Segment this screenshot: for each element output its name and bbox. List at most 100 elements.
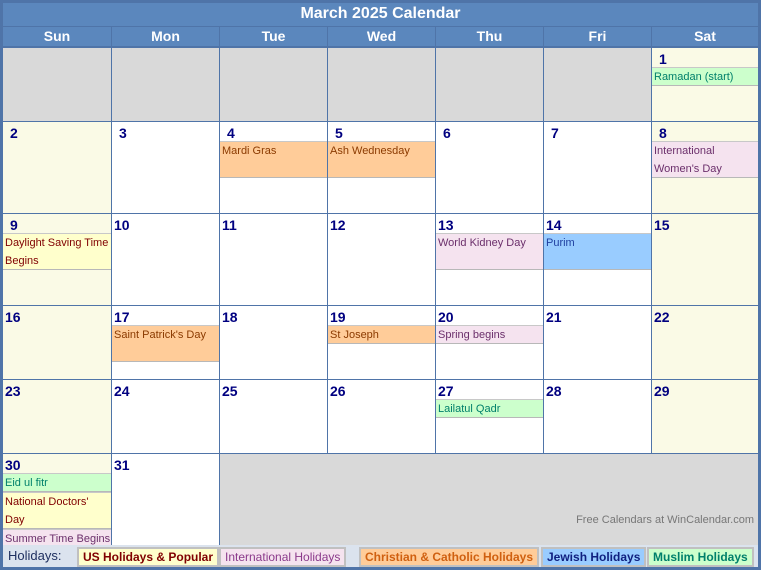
day-number: 24 [114,383,130,399]
empty-cell [112,48,219,121]
day-number: 9 [10,217,18,233]
day-number: 18 [222,309,238,325]
holiday-event-muslim[interactable]: Ramadan (start) [652,67,758,86]
holiday-event-christian[interactable]: Mardi Gras [220,141,327,178]
day-cell-30[interactable]: 30 Eid ul fitr National Doctors' Day Summer… [3,454,111,545]
weekday-header-thu: Thu [436,27,543,46]
empty-cell [220,48,327,121]
holiday-event-intl[interactable]: World Kidney Day [436,233,543,270]
day-number: 25 [222,383,238,399]
day-cell-25[interactable]: 25 [220,380,327,453]
day-cell-16[interactable]: 16 [3,306,111,379]
day-cell-8[interactable]: 8 International Women's Day [652,122,758,213]
empty-cell [544,48,651,121]
legend-international-holidays[interactable]: International Holidays [219,547,347,567]
wincalendar-credit-link[interactable]: Free Calendars at WinCalendar.com [576,514,754,526]
day-number: 14 [546,217,562,233]
calendar: March 2025 Calendar Holidays: US Holiday… [0,0,761,570]
day-cell-4[interactable]: 4 Mardi Gras [220,122,327,213]
day-number: 13 [438,217,454,233]
legend-christian-holidays[interactable]: Christian & Catholic Holidays [359,547,540,567]
day-number: 30 [5,457,21,473]
day-cell-27[interactable]: 27 Lailatul Qadr [436,380,543,453]
holiday-event-christian[interactable]: Ash Wednesday [328,141,435,178]
weekday-header-sat: Sat [652,27,758,46]
day-number: 19 [330,309,346,325]
day-number: 8 [659,125,667,141]
day-cell-24[interactable]: 24 [112,380,219,453]
day-cell-22[interactable]: 22 [652,306,758,379]
day-cell-21[interactable]: 21 [544,306,651,379]
day-cell-6[interactable]: 6 [436,122,543,213]
day-number: 10 [114,217,130,233]
holiday-event-muslim[interactable]: Eid ul fitr [3,473,111,492]
day-cell-11[interactable]: 11 [220,214,327,305]
holiday-event-christian[interactable]: Saint Patrick's Day [112,325,219,362]
day-number: 1 [659,51,667,67]
legend-jewish-holidays[interactable]: Jewish Holidays [541,547,647,567]
day-number: 4 [227,125,235,141]
day-cell-3[interactable]: 3 [112,122,219,213]
day-number: 2 [10,125,18,141]
day-cell-7[interactable]: 7 [544,122,651,213]
empty-cell [328,48,435,121]
day-cell-9[interactable]: 9 Daylight Saving Time Begins [3,214,111,305]
day-cell-2[interactable]: 2 [3,122,111,213]
day-number: 15 [654,217,670,233]
day-number: 29 [654,383,670,399]
day-number: 6 [443,125,451,141]
day-cell-28[interactable]: 28 [544,380,651,453]
day-cell-17[interactable]: 17 Saint Patrick's Day [112,306,219,379]
legend-label: Holidays: [8,548,62,563]
holiday-event-intl[interactable]: Spring begins [436,325,543,344]
legend-muslim-holidays[interactable]: Muslim Holidays [647,547,754,567]
holiday-event-us[interactable]: National Doctors' Day [3,492,111,529]
day-cell-5[interactable]: 5 Ash Wednesday [328,122,435,213]
empty-cell [3,48,111,121]
day-cell-14[interactable]: 14 Purim [544,214,651,305]
weekday-header-wed: Wed [328,27,435,46]
day-number: 16 [5,309,21,325]
empty-cell-trailing: Free Calendars at WinCalendar.com [220,454,758,545]
day-number: 12 [330,217,346,233]
day-cell-23[interactable]: 23 [3,380,111,453]
weekday-header-tue: Tue [220,27,327,46]
day-number: 28 [546,383,562,399]
day-number: 23 [5,383,21,399]
day-number: 17 [114,309,130,325]
holiday-event-intl[interactable]: International Women's Day [652,141,758,178]
day-cell-18[interactable]: 18 [220,306,327,379]
holiday-event-intl[interactable]: Summer Time Begins (Europe) [3,529,111,545]
legend-us-holidays[interactable]: US Holidays & Popular [77,547,220,567]
day-number: 3 [119,125,127,141]
day-cell-29[interactable]: 29 [652,380,758,453]
day-number: 31 [114,457,130,473]
calendar-title: March 2025 Calendar [3,3,758,26]
day-cell-10[interactable]: 10 [112,214,219,305]
day-number: 5 [335,125,343,141]
day-number: 26 [330,383,346,399]
day-cell-15[interactable]: 15 [652,214,758,305]
day-number: 7 [551,125,559,141]
holiday-event-us[interactable]: Daylight Saving Time Begins [3,233,111,270]
empty-cell [436,48,543,121]
weekday-header-sun: Sun [3,27,111,46]
day-cell-12[interactable]: 12 [328,214,435,305]
day-cell-31[interactable]: 31 [112,454,219,545]
day-cell-13[interactable]: 13 World Kidney Day [436,214,543,305]
day-cell-1[interactable]: 1 Ramadan (start) [652,48,758,121]
day-number: 11 [222,217,237,233]
day-number: 22 [654,309,670,325]
holiday-legend: Holidays: US Holidays & Popular Internat… [3,545,758,567]
day-cell-20[interactable]: 20 Spring begins [436,306,543,379]
day-number: 27 [438,383,454,399]
day-number: 21 [546,309,562,325]
day-number: 20 [438,309,454,325]
weekday-header-mon: Mon [112,27,219,46]
holiday-event-muslim[interactable]: Lailatul Qadr [436,399,543,418]
day-cell-19[interactable]: 19 St Joseph [328,306,435,379]
holiday-event-jewish[interactable]: Purim [544,233,651,270]
day-cell-26[interactable]: 26 [328,380,435,453]
weekday-header-fri: Fri [544,27,651,46]
holiday-event-christian[interactable]: St Joseph [328,325,435,344]
